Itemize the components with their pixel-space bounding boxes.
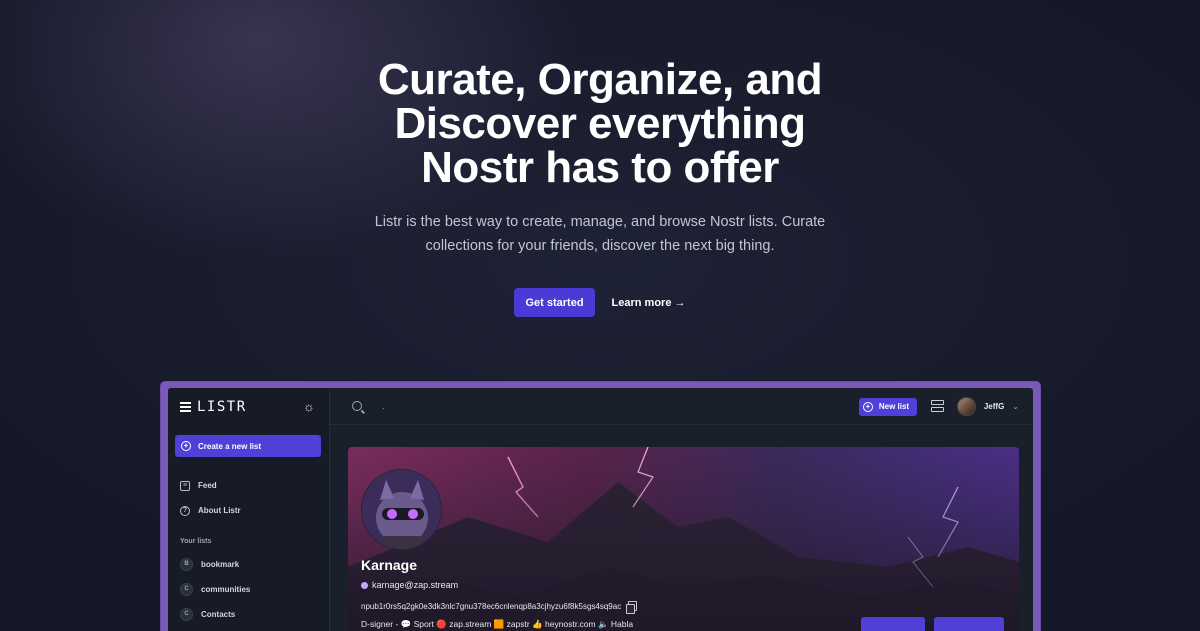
hero-section: Curate, Organize, and Discover everythin… [0, 58, 1200, 317]
sidebar-item-label: Feed [198, 481, 217, 490]
profile-action-button[interactable] [861, 617, 925, 631]
nip05-identifier: karnage@zap.stream [361, 580, 458, 590]
npub-text: npub1r0rs5q2gk0e3dk3nlc7gnu378ec6cnlenqp… [361, 601, 622, 611]
copy-icon[interactable] [626, 601, 638, 614]
list-item[interactable]: B bookmark [168, 552, 329, 577]
hero-title: Curate, Organize, and Discover everythin… [377, 55, 823, 192]
list-item-label: Contacts [201, 610, 236, 619]
sidebar: LISTR ☼ + Create a new list ≡ Feed ? Abo… [168, 388, 330, 631]
verified-icon [361, 581, 368, 589]
list-logo-icon [180, 401, 191, 412]
help-icon: ? [180, 505, 190, 516]
get-started-button[interactable]: Get started [514, 288, 595, 317]
learn-more-link[interactable]: Learn more → [612, 297, 686, 309]
sidebar-nav: ≡ Feed ? About Listr [168, 473, 329, 523]
search-icon[interactable] [352, 401, 362, 411]
profile-action-button[interactable] [934, 617, 1004, 631]
profile-about: D-signer - 💬 Sport 🔴 zap.stream 🟧 zapstr… [361, 619, 634, 629]
app-preview: LISTR ☼ + Create a new list ≡ Feed ? Abo… [168, 388, 1033, 631]
landing-page: Curate, Organize, and Discover everythin… [0, 0, 1200, 631]
sidebar-header: LISTR ☼ [168, 388, 329, 425]
topbar: + New list JeffG ⌄ [330, 388, 1033, 425]
logo-text: LISTR [197, 398, 247, 415]
list-item[interactable]: C communities [168, 577, 329, 602]
new-list-button[interactable]: + New list [858, 397, 917, 416]
create-new-list-label: Create a new list [198, 441, 262, 451]
profile-avatar [361, 469, 442, 550]
profile-name: Karnage [361, 557, 418, 573]
list-item-label: bookmark [201, 560, 240, 569]
list-letter-avatar: C [180, 583, 193, 596]
app-preview-frame: LISTR ☼ + Create a new list ≡ Feed ? Abo… [160, 381, 1041, 631]
layout-toggle-icon[interactable] [930, 400, 944, 413]
topbar-actions: + New list JeffG ⌄ [858, 388, 1019, 425]
hero-cta-group: Get started Learn more → [0, 288, 1200, 317]
list-letter-avatar: B [180, 558, 193, 571]
main-content: + New list JeffG ⌄ [330, 388, 1033, 631]
create-new-list-button[interactable]: + Create a new list [175, 435, 321, 457]
theme-toggle-sun-icon[interactable]: ☼ [302, 399, 316, 414]
npub-row: npub1r0rs5q2gk0e3dk3nlc7gnu378ec6cnlenqp… [361, 601, 638, 614]
hero-subtitle: Listr is the best way to create, manage,… [374, 214, 826, 254]
sidebar-item-label: About Listr [198, 506, 241, 515]
listr-logo[interactable]: LISTR [180, 399, 247, 415]
list-item-label: communities [201, 585, 251, 594]
sidebar-item-about[interactable]: ? About Listr [168, 498, 329, 523]
list-item[interactable]: C Contacts [168, 602, 329, 627]
chevron-down-icon[interactable]: ⌄ [1012, 402, 1019, 411]
new-list-label: New list [878, 402, 910, 411]
your-lists-heading: Your lists [180, 538, 212, 545]
sidebar-item-feed[interactable]: ≡ Feed [168, 473, 329, 498]
user-name[interactable]: JeffG [984, 402, 1004, 411]
profile-card: Karnage karnage@zap.stream npub1r0rs5q2g… [348, 447, 1019, 631]
avatar[interactable] [956, 397, 976, 416]
plus-circle-icon: + [181, 441, 191, 451]
plus-circle-icon: + [862, 401, 873, 412]
list-letter-avatar: C [180, 608, 193, 621]
feed-icon: ≡ [180, 480, 190, 491]
nip05-text: karnage@zap.stream [372, 580, 459, 590]
search-input[interactable] [382, 397, 682, 415]
